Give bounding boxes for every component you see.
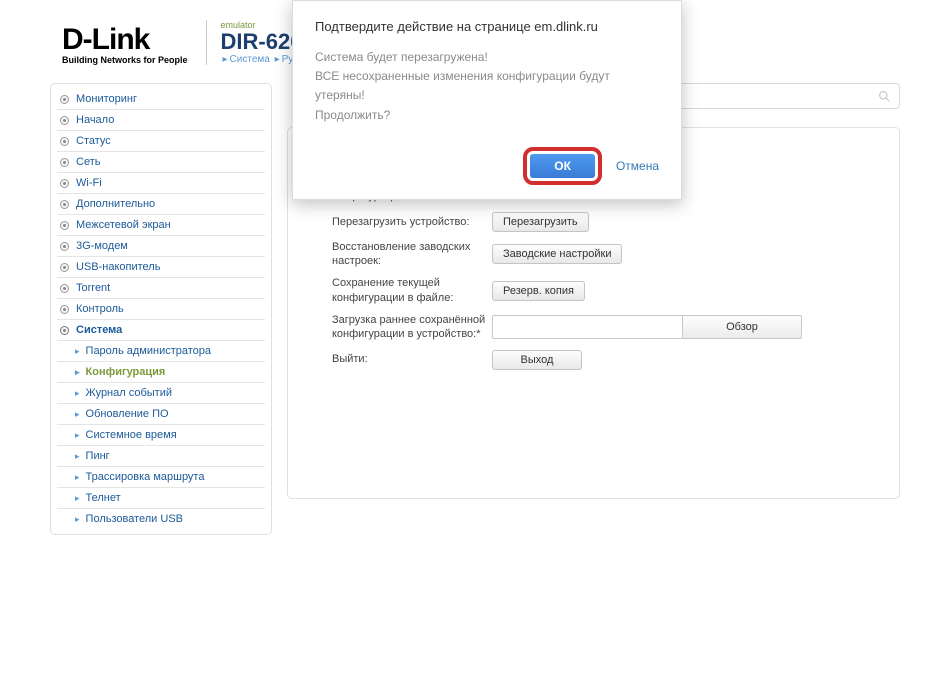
sidebar-sub-telnet[interactable]: ▸ Телнет	[57, 488, 265, 509]
chevron-right-icon: ▸	[75, 451, 80, 462]
bullet-icon	[60, 158, 69, 167]
model-name: DIR-620	[221, 30, 303, 54]
sidebar: Мониторинг Начало Статус Сеть Wi-Fi Допо…	[50, 83, 272, 535]
logo-block: D-Link Building Networks for People	[62, 25, 188, 65]
sidebar-sub-label: Обновление ПО	[86, 408, 169, 420]
search-icon	[878, 90, 891, 103]
confirm-dialog: Подтвердите действие на странице em.dlin…	[292, 0, 682, 200]
sidebar-sub-admin-password[interactable]: ▸ Пароль администратора	[57, 341, 265, 362]
bullet-icon	[60, 242, 69, 251]
sidebar-item-label: Мониторинг	[76, 93, 137, 105]
bullet-icon	[60, 284, 69, 293]
sidebar-item-system[interactable]: Система	[57, 320, 265, 341]
dialog-line: Продолжить?	[315, 106, 659, 125]
ok-highlight: ОК	[523, 147, 602, 185]
sidebar-sub-label: Журнал событий	[86, 387, 172, 399]
sidebar-item-firewall[interactable]: Межсетевой экран	[57, 215, 265, 236]
sidebar-item-start[interactable]: Начало	[57, 110, 265, 131]
chevron-right-icon: ▸	[75, 367, 80, 378]
sidebar-sub-label: Конфигурация	[86, 366, 166, 378]
bullet-icon	[60, 263, 69, 272]
sidebar-item-label: Система	[76, 324, 122, 336]
sidebar-item-label: 3G-модем	[76, 240, 128, 252]
sidebar-sub-label: Трассировка маршрута	[86, 471, 205, 483]
sidebar-item-label: Контроль	[76, 303, 124, 315]
chevron-right-icon: ▸	[75, 472, 80, 483]
bullet-icon	[60, 305, 69, 314]
dialog-title: Подтвердите действие на странице em.dlin…	[315, 19, 659, 34]
sidebar-sub-usb-users[interactable]: ▸ Пользователи USB	[57, 509, 265, 529]
sidebar-item-torrent[interactable]: Torrent	[57, 278, 265, 299]
chevron-right-icon: ▸	[223, 54, 228, 65]
label-backup: Сохранение текущей конфигурации в файле:	[332, 276, 492, 305]
label-exit: Выйти:	[332, 352, 492, 366]
sidebar-sub-label: Телнет	[86, 492, 121, 504]
sidebar-item-label: Межсетевой экран	[76, 219, 171, 231]
breadcrumb-part[interactable]: Система	[230, 54, 270, 65]
row-backup: Сохранение текущей конфигурации в файле:…	[332, 276, 852, 305]
sidebar-item-3g[interactable]: 3G-модем	[57, 236, 265, 257]
sidebar-item-usb-storage[interactable]: USB-накопитель	[57, 257, 265, 278]
sidebar-item-monitoring[interactable]: Мониторинг	[57, 89, 265, 110]
label-reboot: Перезагрузить устройство:	[332, 215, 492, 229]
dialog-line: ВСЕ несохраненные изменения конфигурации…	[315, 67, 659, 105]
label-factory: Восстановление заводских настроек:	[332, 240, 492, 269]
sidebar-sub-label: Пароль администратора	[86, 345, 212, 357]
sidebar-item-label: Дополнительно	[76, 198, 155, 210]
sidebar-sub-label: Пользователи USB	[86, 513, 183, 525]
cancel-button[interactable]: Отмена	[616, 159, 659, 173]
sidebar-sub-configuration[interactable]: ▸ Конфигурация	[57, 362, 265, 383]
sidebar-item-label: Wi-Fi	[76, 177, 102, 189]
breadcrumb: ▸Система ▸Ру	[221, 54, 303, 65]
bullet-icon	[60, 326, 69, 335]
sidebar-item-advanced[interactable]: Дополнительно	[57, 194, 265, 215]
row-reboot: Перезагрузить устройство: Перезагрузить	[332, 212, 852, 232]
sidebar-sub-traceroute[interactable]: ▸ Трассировка маршрута	[57, 467, 265, 488]
model-block: emulator DIR-620 ▸Система ▸Ру	[206, 20, 303, 65]
row-exit: Выйти: Выход	[332, 350, 852, 370]
exit-button[interactable]: Выход	[492, 350, 582, 370]
row-upload: Загрузка раннее сохранённой конфигурации…	[332, 313, 852, 342]
backup-button[interactable]: Резерв. копия	[492, 281, 585, 301]
sidebar-sub-log[interactable]: ▸ Журнал событий	[57, 383, 265, 404]
sidebar-item-wifi[interactable]: Wi-Fi	[57, 173, 265, 194]
chevron-right-icon: ▸	[75, 388, 80, 399]
dialog-body: Система будет перезагружена! ВСЕ несохра…	[315, 48, 659, 125]
sidebar-sub-label: Пинг	[86, 450, 110, 462]
factory-reset-button[interactable]: Заводские настройки	[492, 244, 622, 264]
chevron-right-icon: ▸	[75, 430, 80, 441]
sidebar-sub-label: Системное время	[86, 429, 177, 441]
logo-tagline: Building Networks for People	[62, 55, 188, 65]
dialog-line: Система будет перезагружена!	[315, 48, 659, 67]
sidebar-sub-update[interactable]: ▸ Обновление ПО	[57, 404, 265, 425]
bullet-icon	[60, 179, 69, 188]
sidebar-item-label: Сеть	[76, 156, 100, 168]
sidebar-item-label: USB-накопитель	[76, 261, 160, 273]
sidebar-item-label: Torrent	[76, 282, 110, 294]
chevron-right-icon: ▸	[75, 514, 80, 525]
logo-main: D-Link	[62, 25, 188, 55]
sidebar-item-control[interactable]: Контроль	[57, 299, 265, 320]
sidebar-sub-ping[interactable]: ▸ Пинг	[57, 446, 265, 467]
sidebar-item-network[interactable]: Сеть	[57, 152, 265, 173]
bullet-icon	[60, 116, 69, 125]
sidebar-item-label: Статус	[76, 135, 111, 147]
ok-button[interactable]: ОК	[530, 154, 595, 178]
row-factory: Восстановление заводских настроек: Завод…	[332, 240, 852, 269]
chevron-right-icon: ▸	[75, 409, 80, 420]
sidebar-item-status[interactable]: Статус	[57, 131, 265, 152]
label-upload: Загрузка раннее сохранённой конфигурации…	[332, 313, 492, 342]
sidebar-sub-time[interactable]: ▸ Системное время	[57, 425, 265, 446]
bullet-icon	[60, 221, 69, 230]
upload-file-input[interactable]	[492, 315, 682, 339]
bullet-icon	[60, 200, 69, 209]
chevron-right-icon: ▸	[275, 54, 280, 65]
sidebar-item-label: Начало	[76, 114, 114, 126]
browse-button[interactable]: Обзор	[682, 315, 802, 339]
reboot-button[interactable]: Перезагрузить	[492, 212, 589, 232]
bullet-icon	[60, 95, 69, 104]
bullet-icon	[60, 137, 69, 146]
chevron-right-icon: ▸	[75, 493, 80, 504]
chevron-right-icon: ▸	[75, 346, 80, 357]
